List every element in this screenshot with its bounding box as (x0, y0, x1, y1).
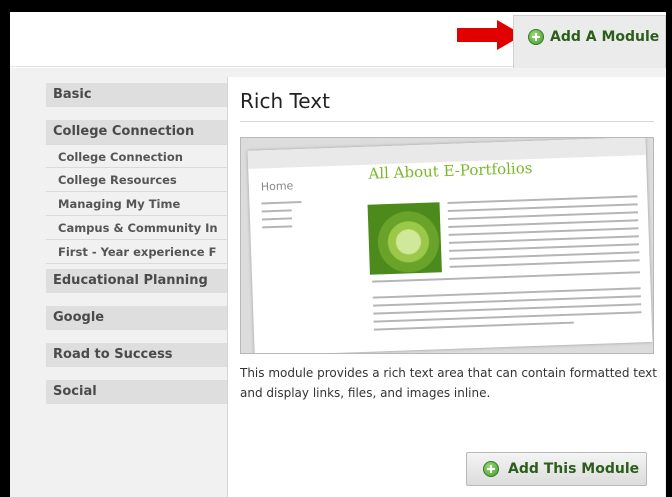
module-title: Rich Text (240, 89, 330, 113)
preview-text-line (447, 203, 638, 212)
category-educational-planning[interactable]: Educational Planning (46, 269, 227, 293)
preview-page: Home All About E-Portfolios (247, 138, 653, 353)
preview-nav-line (261, 209, 292, 213)
preview-nav-line (261, 217, 292, 221)
preview-nav-line (261, 201, 302, 205)
module-category-sidebar: Basic College Connection College Connect… (46, 83, 227, 497)
header-bar: Add A Module (10, 12, 666, 68)
module-browser: Basic College Connection College Connect… (10, 68, 666, 497)
category-google[interactable]: Google (46, 306, 227, 330)
category-road-to-success[interactable]: Road to Success (46, 343, 227, 367)
add-this-module-label: Add This Module (508, 461, 640, 477)
sub-item-managing-my-time[interactable]: Managing My Time (46, 192, 227, 216)
add-a-module-label: Add A Module (550, 29, 660, 45)
module-preview-image: Home All About E-Portfolios (240, 137, 654, 354)
module-detail-panel: Rich Text Home All About E-Portfolios Th… (227, 77, 665, 497)
preview-text-line (447, 195, 638, 204)
preview-text-line (448, 227, 639, 236)
plus-circle-icon (483, 461, 499, 477)
plus-circle-icon (528, 29, 544, 45)
window-frame: Add A Module Basic College Connection Co… (10, 12, 666, 497)
sub-item-campus-community[interactable]: Campus & Community In (46, 216, 227, 240)
preview-green-graphic (367, 202, 442, 275)
category-social[interactable]: Social (46, 380, 227, 404)
sub-item-first-year-experience[interactable]: First - Year experience F (46, 240, 227, 264)
preview-text-line (449, 259, 640, 268)
preview-text-line (373, 321, 574, 331)
preview-home-label: Home (260, 179, 294, 194)
sub-item-college-resources[interactable]: College Resources (46, 168, 227, 192)
preview-text-line (448, 219, 639, 228)
preview-text-line (448, 211, 638, 220)
module-description: This module provides a rich text area th… (240, 366, 657, 400)
add-a-module-tab[interactable]: Add A Module (513, 15, 666, 68)
title-divider (240, 121, 654, 122)
preview-text-line (448, 235, 639, 244)
add-this-module-button[interactable]: Add This Module (466, 452, 647, 486)
category-basic[interactable]: Basic (46, 83, 227, 107)
sub-item-college-connection[interactable]: College Connection (46, 144, 227, 168)
category-college-connection[interactable]: College Connection (46, 120, 227, 144)
preview-text-line (449, 251, 640, 260)
preview-text-line (449, 243, 640, 252)
preview-nav-line (262, 225, 293, 229)
college-connection-submenu: College Connection College Resources Man… (46, 144, 227, 264)
